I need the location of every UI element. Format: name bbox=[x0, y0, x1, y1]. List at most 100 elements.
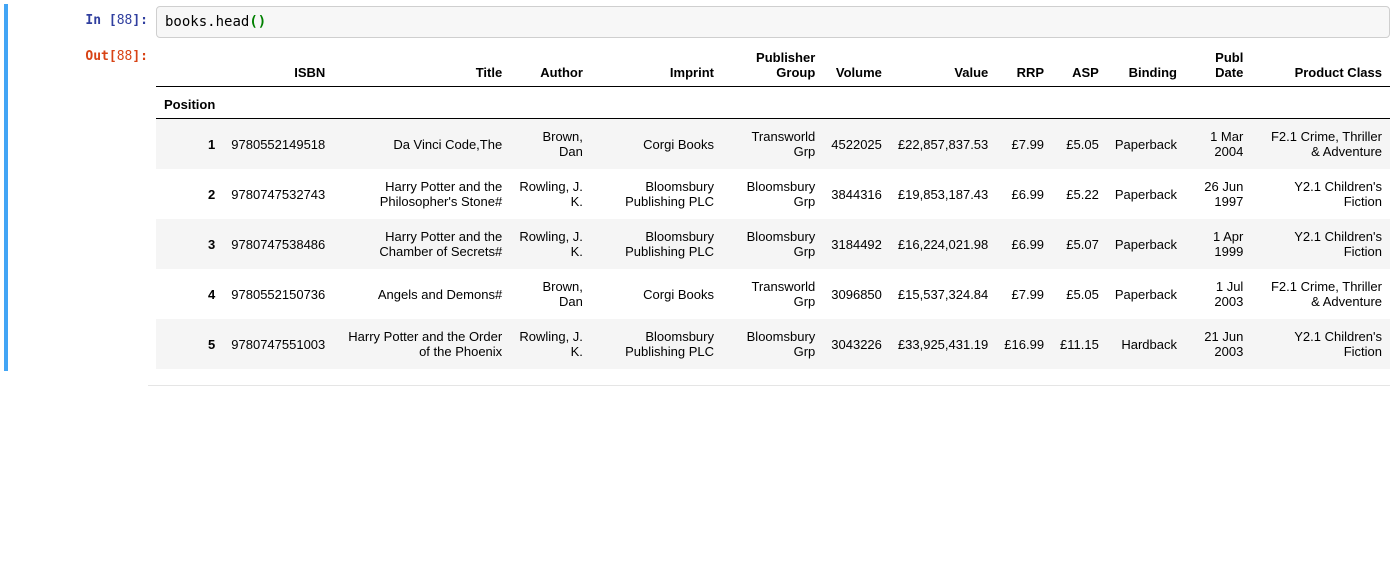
code-input[interactable]: books.head() bbox=[156, 6, 1390, 38]
table-head: ISBN Title Author Imprint Publisher Grou… bbox=[156, 44, 1390, 119]
cell-publisher-group: Bloomsbury Grp bbox=[722, 219, 823, 269]
col-product-class: Product Class bbox=[1251, 44, 1390, 87]
table-row: 3 9780747538486 Harry Potter and the Cha… bbox=[156, 219, 1390, 269]
cell-title: Harry Potter and the Order of the Phoeni… bbox=[333, 319, 510, 369]
table-body: 1 9780552149518 Da Vinci Code,The Brown,… bbox=[156, 119, 1390, 370]
cell-title: Harry Potter and the Chamber of Secrets# bbox=[333, 219, 510, 269]
row-index: 5 bbox=[156, 319, 223, 369]
col-publisher-group: Publisher Group bbox=[722, 44, 823, 87]
table-row: 2 9780747532743 Harry Potter and the Phi… bbox=[156, 169, 1390, 219]
cell-product-class: Y2.1 Children's Fiction bbox=[1251, 319, 1390, 369]
table-header-row: ISBN Title Author Imprint Publisher Grou… bbox=[156, 44, 1390, 87]
code-object: books bbox=[165, 14, 207, 30]
content-column: books.head() ISBN Title Author Imprint P… bbox=[156, 6, 1390, 369]
prompt-column: In [88]: Out[88]: bbox=[8, 6, 156, 369]
cell-asp: £5.22 bbox=[1052, 169, 1107, 219]
notebook-cell: In [88]: Out[88]: books.head() ISBN Titl… bbox=[4, 4, 1390, 371]
cell-product-class: Y2.1 Children's Fiction bbox=[1251, 169, 1390, 219]
cell-rrp: £6.99 bbox=[996, 219, 1052, 269]
dataframe-table: ISBN Title Author Imprint Publisher Grou… bbox=[156, 44, 1390, 369]
cell-value: £33,925,431.19 bbox=[890, 319, 996, 369]
cell-volume: 4522025 bbox=[823, 119, 890, 170]
col-title: Title bbox=[333, 44, 510, 87]
cell-author: Rowling, J. K. bbox=[510, 319, 591, 369]
in-prompt-number: 88 bbox=[117, 13, 133, 28]
index-corner bbox=[156, 44, 223, 87]
col-volume: Volume bbox=[823, 44, 890, 87]
cell-isbn: 9780747551003 bbox=[223, 319, 333, 369]
cell-imprint: Bloomsbury Publishing PLC bbox=[591, 219, 722, 269]
cell-publ-date: 26 Jun 1997 bbox=[1185, 169, 1251, 219]
cell-publ-date: 1 Apr 1999 bbox=[1185, 219, 1251, 269]
code-paren-open: ( bbox=[249, 14, 257, 30]
cell-binding: Hardback bbox=[1107, 319, 1185, 369]
cell-asp: £5.05 bbox=[1052, 119, 1107, 170]
cell-imprint: Bloomsbury Publishing PLC bbox=[591, 169, 722, 219]
cell-binding: Paperback bbox=[1107, 269, 1185, 319]
col-value: Value bbox=[890, 44, 996, 87]
in-prompt-prefix: In [ bbox=[85, 13, 116, 28]
cell-title: Harry Potter and the Philosopher's Stone… bbox=[333, 169, 510, 219]
index-name-spacer bbox=[223, 87, 1390, 119]
cell-title: Angels and Demons# bbox=[333, 269, 510, 319]
cell-rrp: £7.99 bbox=[996, 119, 1052, 170]
cell-volume: 3043226 bbox=[823, 319, 890, 369]
cell-product-class: F2.1 Crime, Thriller & Adventure bbox=[1251, 119, 1390, 170]
out-prompt-prefix: Out[ bbox=[85, 49, 116, 64]
cell-imprint: Corgi Books bbox=[591, 119, 722, 170]
cell-binding: Paperback bbox=[1107, 219, 1185, 269]
cell-value: £16,224,021.98 bbox=[890, 219, 996, 269]
table-row: 4 9780552150736 Angels and Demons# Brown… bbox=[156, 269, 1390, 319]
col-isbn: ISBN bbox=[223, 44, 333, 87]
row-index: 1 bbox=[156, 119, 223, 170]
row-index: 4 bbox=[156, 269, 223, 319]
cell-rrp: £6.99 bbox=[996, 169, 1052, 219]
row-index: 2 bbox=[156, 169, 223, 219]
next-cell-hint bbox=[148, 385, 1390, 398]
cell-value: £22,857,837.53 bbox=[890, 119, 996, 170]
cell-publisher-group: Transworld Grp bbox=[722, 269, 823, 319]
index-name: Position bbox=[156, 87, 223, 119]
cell-volume: 3184492 bbox=[823, 219, 890, 269]
code-function: head bbox=[216, 14, 250, 30]
cell-publ-date: 21 Jun 2003 bbox=[1185, 319, 1251, 369]
cell-value: £15,537,324.84 bbox=[890, 269, 996, 319]
cell-imprint: Bloomsbury Publishing PLC bbox=[591, 319, 722, 369]
index-name-row: Position bbox=[156, 87, 1390, 119]
cell-binding: Paperback bbox=[1107, 169, 1185, 219]
code-paren-close: ) bbox=[258, 14, 266, 30]
col-imprint: Imprint bbox=[591, 44, 722, 87]
cell-isbn: 9780747532743 bbox=[223, 169, 333, 219]
cell-product-class: F2.1 Crime, Thriller & Adventure bbox=[1251, 269, 1390, 319]
cell-isbn: 9780552150736 bbox=[223, 269, 333, 319]
table-row: 1 9780552149518 Da Vinci Code,The Brown,… bbox=[156, 119, 1390, 170]
cell-publ-date: 1 Jul 2003 bbox=[1185, 269, 1251, 319]
cell-author: Rowling, J. K. bbox=[510, 219, 591, 269]
cell-author: Brown, Dan bbox=[510, 119, 591, 170]
cell-binding: Paperback bbox=[1107, 119, 1185, 170]
out-prompt: Out[88]: bbox=[8, 48, 148, 66]
cell-title: Da Vinci Code,The bbox=[333, 119, 510, 170]
cell-rrp: £7.99 bbox=[996, 269, 1052, 319]
cell-volume: 3844316 bbox=[823, 169, 890, 219]
cell-publisher-group: Transworld Grp bbox=[722, 119, 823, 170]
in-prompt: In [88]: bbox=[8, 12, 148, 30]
row-index: 3 bbox=[156, 219, 223, 269]
cell-imprint: Corgi Books bbox=[591, 269, 722, 319]
cell-asp: £5.05 bbox=[1052, 269, 1107, 319]
cell-product-class: Y2.1 Children's Fiction bbox=[1251, 219, 1390, 269]
table-row: 5 9780747551003 Harry Potter and the Ord… bbox=[156, 319, 1390, 369]
col-binding: Binding bbox=[1107, 44, 1185, 87]
cell-volume: 3096850 bbox=[823, 269, 890, 319]
col-asp: ASP bbox=[1052, 44, 1107, 87]
col-rrp: RRP bbox=[996, 44, 1052, 87]
cell-asp: £11.15 bbox=[1052, 319, 1107, 369]
cell-publ-date: 1 Mar 2004 bbox=[1185, 119, 1251, 170]
in-prompt-suffix: ]: bbox=[132, 13, 148, 28]
code-dot: . bbox=[207, 14, 215, 30]
col-publ-date: Publ Date bbox=[1185, 44, 1251, 87]
cell-isbn: 9780747538486 bbox=[223, 219, 333, 269]
cell-value: £19,853,187.43 bbox=[890, 169, 996, 219]
out-prompt-number: 88 bbox=[117, 49, 133, 64]
col-author: Author bbox=[510, 44, 591, 87]
